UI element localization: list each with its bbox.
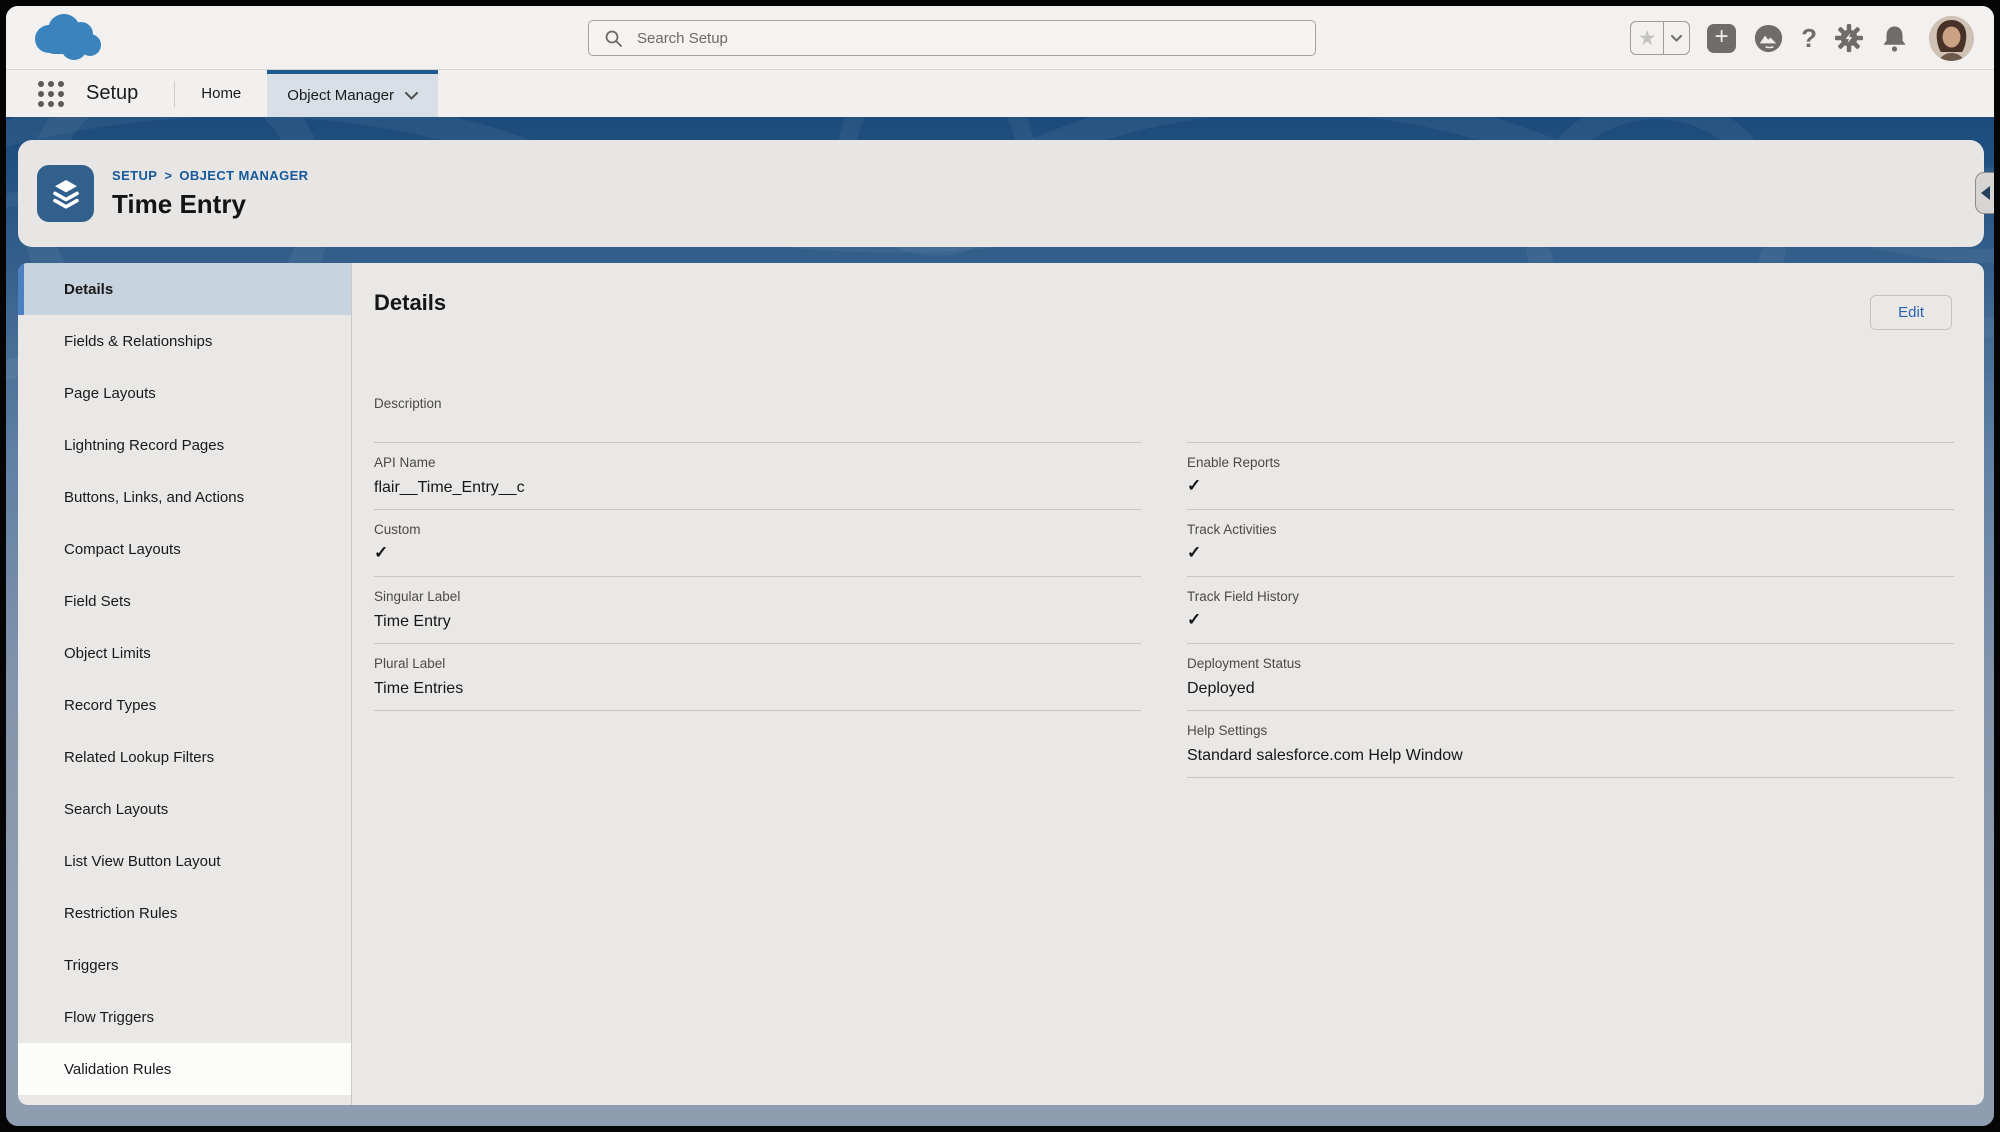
field-value-api-name: flair__Time_Entry__c: [374, 479, 1141, 499]
app-name-label: Setup: [86, 82, 138, 105]
field-row-spacer: [1187, 388, 1954, 443]
field-label-help-settings: Help Settings: [1187, 723, 1954, 738]
sidebar-item-triggers[interactable]: Triggers: [18, 939, 351, 991]
setup-body: SETUP > OBJECT MANAGER Time Entry Detail…: [6, 117, 1994, 1126]
object-icon: [37, 165, 94, 222]
global-header: ★ + ?: [6, 6, 1994, 70]
sidebar-item-details[interactable]: Details: [18, 263, 351, 315]
tab-home[interactable]: Home: [175, 70, 267, 117]
trailhead-guidance-icon[interactable]: [1753, 23, 1784, 54]
checkmark-icon-track-field-history: ✓: [1187, 610, 1954, 630]
sidebar-item-object-limits[interactable]: Object Limits: [18, 627, 351, 679]
sidebar-item-related-lookup-filters[interactable]: Related Lookup Filters: [18, 731, 351, 783]
salesforce-logo-icon[interactable]: [28, 12, 106, 64]
field-value-plural-label: Time Entries: [374, 680, 1141, 700]
chevron-left-icon: [1981, 186, 1990, 200]
field-row-singular-label: Singular Label Time Entry: [374, 577, 1141, 644]
breadcrumb-setup-link[interactable]: SETUP: [112, 168, 157, 183]
field-row-deployment-status: Deployment Status Deployed: [1187, 644, 1954, 711]
sidebar-item-restriction-rules[interactable]: Restriction Rules: [18, 887, 351, 939]
sidebar-item-search-layouts[interactable]: Search Layouts: [18, 783, 351, 835]
field-label-custom: Custom: [374, 522, 1141, 537]
sidebar-item-page-layouts[interactable]: Page Layouts: [18, 367, 351, 419]
favorites-star-icon[interactable]: ★: [1631, 22, 1663, 54]
edit-button[interactable]: Edit: [1870, 295, 1952, 330]
field-row-description: Description: [374, 388, 1141, 443]
help-panel-pull-tab[interactable]: [1975, 172, 1994, 214]
page-header-card: SETUP > OBJECT MANAGER Time Entry: [18, 140, 1984, 247]
sidebar-item-flow-triggers[interactable]: Flow Triggers: [18, 991, 351, 1043]
setup-search-bar[interactable]: [588, 20, 1316, 56]
breadcrumb: SETUP > OBJECT MANAGER: [112, 168, 308, 183]
user-avatar[interactable]: [1929, 16, 1974, 61]
field-row-plural-label: Plural Label Time Entries: [374, 644, 1141, 711]
tab-object-manager[interactable]: Object Manager: [267, 70, 438, 117]
object-manager-sidebar: DetailsFields & RelationshipsPage Layout…: [18, 263, 352, 1105]
details-heading: Details: [374, 289, 446, 317]
checkmark-icon-track-activities: ✓: [1187, 543, 1954, 563]
field-label-track-activities: Track Activities: [1187, 522, 1954, 537]
breadcrumb-object-manager-link[interactable]: OBJECT MANAGER: [179, 168, 308, 183]
details-right-column: Enable Reports✓Track Activities✓Track Fi…: [1187, 388, 1954, 778]
field-row-enable-reports: Enable Reports ✓: [1187, 443, 1954, 510]
layers-icon: [48, 176, 84, 212]
field-row-help-settings: Help Settings Standard salesforce.com Hel…: [1187, 711, 1954, 778]
page-title: Time Entry: [112, 189, 308, 220]
chevron-down-icon: [405, 92, 418, 100]
content-panel: DetailsFields & RelationshipsPage Layout…: [18, 263, 1984, 1105]
field-row-track-field-history: Track Field History ✓: [1187, 577, 1954, 644]
field-label-deployment-status: Deployment Status: [1187, 656, 1954, 671]
field-row-custom: Custom ✓: [374, 510, 1141, 577]
sidebar-item-field-sets[interactable]: Field Sets: [18, 575, 351, 627]
field-label-enable-reports: Enable Reports: [1187, 455, 1954, 470]
global-actions-plus-icon[interactable]: +: [1707, 24, 1736, 53]
favorites-split-button[interactable]: ★: [1630, 21, 1690, 55]
favorites-chevron-down-icon[interactable]: [1663, 22, 1689, 54]
field-value-deployment-status: Deployed: [1187, 680, 1954, 700]
app-launcher-waffle-icon[interactable]: [38, 81, 64, 107]
field-row-api-name: API Name flair__Time_Entry__c: [374, 443, 1141, 510]
checkmark-icon-custom: ✓: [374, 543, 1141, 563]
field-value-singular-label: Time Entry: [374, 613, 1141, 633]
field-label-singular-label: Singular Label: [374, 589, 1141, 604]
setup-gear-icon[interactable]: [1834, 23, 1864, 53]
field-label-track-field-history: Track Field History: [1187, 589, 1954, 604]
sidebar-item-record-types[interactable]: Record Types: [18, 679, 351, 731]
sidebar-item-validation-rules[interactable]: Validation Rules: [18, 1043, 351, 1095]
breadcrumb-separator: >: [164, 168, 172, 183]
tab-object-manager-label: Object Manager: [287, 87, 394, 104]
salesforce-setup-window: ★ + ?: [6, 6, 1994, 1126]
search-icon: [605, 30, 622, 47]
notifications-bell-icon[interactable]: [1881, 24, 1908, 53]
search-input[interactable]: [635, 29, 1315, 48]
field-value-description: [374, 420, 1141, 440]
sidebar-item-lightning-record-pages[interactable]: Lightning Record Pages: [18, 419, 351, 471]
sidebar-item-list-view-button-layout[interactable]: List View Button Layout: [18, 835, 351, 887]
field-row-track-activities: Track Activities ✓: [1187, 510, 1954, 577]
sidebar-item-compact-layouts[interactable]: Compact Layouts: [18, 523, 351, 575]
field-label-plural-label: Plural Label: [374, 656, 1141, 671]
setup-nav-bar: Setup Home Object Manager: [6, 70, 1994, 117]
sidebar-item-fields-relationships[interactable]: Fields & Relationships: [18, 315, 351, 367]
details-left-column: Description API Name flair__Time_Entry__c C…: [374, 388, 1141, 778]
details-field-grid: Description API Name flair__Time_Entry__c C…: [374, 388, 1954, 778]
field-label-description: Description: [374, 396, 1141, 411]
field-label-api-name: API Name: [374, 455, 1141, 470]
field-value-help-settings: Standard salesforce.com Help Window: [1187, 747, 1954, 767]
checkmark-icon-enable-reports: ✓: [1187, 476, 1954, 496]
sidebar-item-buttons-links-and-actions[interactable]: Buttons, Links, and Actions: [18, 471, 351, 523]
details-main-panel: Details Edit Description API Name flair__T…: [352, 263, 1984, 1105]
help-icon[interactable]: ?: [1801, 23, 1817, 54]
